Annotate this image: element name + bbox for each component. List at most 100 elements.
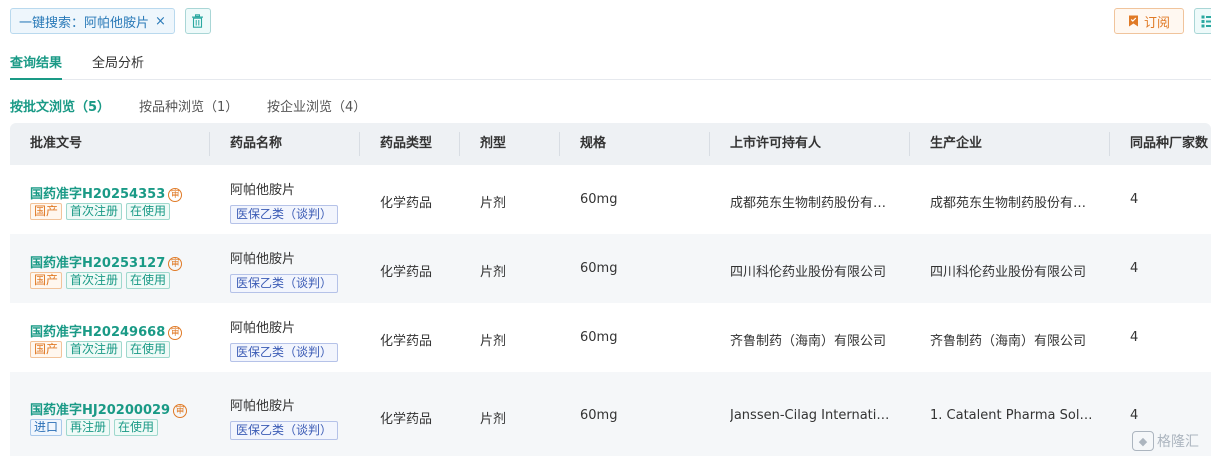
registration-tag: 再注册: [66, 419, 111, 436]
review-badge: 审: [168, 188, 183, 202]
drug-name: 阿帕他胺片: [230, 399, 296, 414]
tab-browse-by-company[interactable]: 按企业浏览（4）: [267, 96, 366, 115]
watermark-text: 格隆汇: [1157, 434, 1199, 450]
drug-name: 阿帕他胺片: [230, 321, 296, 336]
approval-number: 国药准字H20253127: [30, 256, 166, 271]
license-holder: 成都苑东生物制药股份有限公司: [730, 196, 893, 211]
drug-name: 阿帕他胺片: [230, 252, 296, 267]
tab-browse-by-approval[interactable]: 按批文浏览（5）: [10, 96, 110, 115]
tab-browse-by-variety[interactable]: 按品种浏览（1）: [139, 96, 238, 115]
dosage-form: 片剂: [480, 334, 507, 349]
dosage-form: 片剂: [480, 265, 507, 280]
approval-number: 国药准字HJ20200029: [30, 403, 171, 418]
registration-tag: 首次注册: [66, 203, 123, 220]
origin-tag: 进口: [30, 419, 63, 436]
status-tags: 国产 首次注册 在使用: [30, 272, 171, 289]
specification: 60mg: [580, 408, 618, 423]
subscribe-label: 订阅: [1143, 15, 1170, 31]
table-row[interactable]: 国药准字H20253127 审 国产 首次注册 在使用 阿帕他胺片 医保乙类（谈判…: [10, 234, 1211, 303]
table-row[interactable]: 国药准字H20249668 审 国产 首次注册 在使用 阿帕他胺片 医保乙类（谈判…: [10, 303, 1211, 372]
approval-number: 国药准字H20254353: [30, 187, 166, 202]
manufacturer: 成都苑东生物制药股份有限公司: [930, 196, 1093, 211]
column-divider: [1109, 132, 1110, 156]
trash-icon: [192, 14, 204, 28]
watermark: ◆ 格隆汇: [1132, 431, 1199, 451]
approval-number-link[interactable]: 国药准字H20253127 审: [30, 252, 183, 271]
manufacturer: 齐鲁制药（海南）有限公司: [930, 334, 1087, 349]
column-header: 剂型: [480, 136, 507, 151]
registration-tag: 首次注册: [66, 272, 123, 289]
column-divider: [459, 132, 460, 156]
drug-name: 阿帕他胺片: [230, 183, 296, 198]
manufacturer-count: 4: [1130, 330, 1139, 345]
bookmark-icon: [1128, 15, 1138, 27]
status-tags: 国产 首次注册 在使用: [30, 341, 171, 358]
dosage-form: 片剂: [480, 196, 507, 211]
license-holder: Janssen-Cilag International NV: [730, 408, 893, 423]
search-chip[interactable]: 一键搜索：阿帕他胺片 ×: [10, 8, 175, 34]
insurance-tag: 医保乙类（谈判）: [230, 205, 339, 224]
insurance-tag: 医保乙类（谈判）: [230, 274, 339, 293]
column-header: 药品类型: [380, 136, 433, 151]
usage-status-tag: 在使用: [114, 419, 159, 436]
table-row[interactable]: 国药准字H20254353 审 国产 首次注册 在使用 阿帕他胺片 医保乙类（谈判…: [10, 165, 1211, 234]
tab-query-results[interactable]: 查询结果: [10, 52, 62, 80]
approval-number: 国药准字H20249668: [30, 325, 166, 340]
table-header: 批准文号 药品名称 药品类型 剂型 规格 上市许可持有人 生产企业 同品种厂家数: [10, 123, 1211, 165]
origin-tag: 国产: [30, 272, 63, 289]
registration-tag: 首次注册: [66, 341, 123, 358]
results-table: 批准文号 药品名称 药品类型 剂型 规格 上市许可持有人 生产企业 同品种厂家数…: [10, 123, 1211, 456]
drug-type: 化学药品: [380, 196, 433, 211]
review-badge: 审: [168, 257, 183, 271]
status-tags: 进口 再注册 在使用: [30, 419, 159, 436]
drug-type: 化学药品: [380, 334, 433, 349]
top-toolbar: 一键搜索：阿帕他胺片 ×: [10, 8, 211, 34]
main-tabs: 查询结果 全局分析: [10, 52, 1211, 80]
origin-tag: 国产: [30, 341, 63, 358]
specification: 60mg: [580, 192, 618, 207]
dosage-form: 片剂: [480, 412, 507, 427]
watermark-logo-icon: ◆: [1132, 431, 1154, 451]
grid-icon: [1201, 15, 1211, 27]
column-header: 规格: [580, 136, 607, 151]
column-header: 生产企业: [930, 136, 983, 151]
column-divider: [909, 132, 910, 156]
close-icon[interactable]: ×: [155, 14, 166, 29]
usage-status-tag: 在使用: [126, 341, 171, 358]
approval-number-link[interactable]: 国药准字H20254353 审: [30, 183, 183, 202]
column-header: 批准文号: [30, 136, 83, 151]
subscribe-button[interactable]: 订阅: [1114, 8, 1184, 34]
column-divider: [559, 132, 560, 156]
review-badge: 审: [168, 326, 183, 340]
origin-tag: 国产: [30, 203, 63, 220]
table-row[interactable]: 国药准字HJ20200029 审 进口 再注册 在使用 阿帕他胺片 医保乙类（谈判…: [10, 372, 1211, 456]
specification: 60mg: [580, 261, 618, 276]
manufacturer-count: 4: [1130, 192, 1139, 207]
manufacturer-count: 4: [1130, 408, 1139, 423]
drug-type: 化学药品: [380, 265, 433, 280]
manufacturer: 四川科伦药业股份有限公司: [930, 265, 1087, 280]
column-divider: [209, 132, 210, 156]
drug-type: 化学药品: [380, 412, 433, 427]
usage-status-tag: 在使用: [126, 272, 171, 289]
license-holder: 四川科伦药业股份有限公司: [730, 265, 887, 280]
status-tags: 国产 首次注册 在使用: [30, 203, 171, 220]
usage-status-tag: 在使用: [126, 203, 171, 220]
tab-global-analysis[interactable]: 全局分析: [92, 52, 152, 80]
manufacturer-count: 4: [1130, 261, 1139, 276]
column-header: 上市许可持有人: [730, 136, 822, 151]
review-badge: 审: [173, 404, 188, 418]
column-header: 同品种厂家数: [1130, 136, 1209, 151]
approval-number-link[interactable]: 国药准字H20249668 审: [30, 321, 183, 340]
specification: 60mg: [580, 330, 618, 345]
clear-button[interactable]: [184, 8, 211, 34]
column-divider: [709, 132, 710, 156]
column-settings-button[interactable]: [1194, 8, 1211, 34]
approval-number-link[interactable]: 国药准字HJ20200029 审: [30, 399, 188, 418]
license-holder: 齐鲁制药（海南）有限公司: [730, 334, 887, 349]
manufacturer: 1. Catalent Pharma Solutions: [930, 408, 1100, 423]
column-divider: [359, 132, 360, 156]
insurance-tag: 医保乙类（谈判）: [230, 343, 339, 362]
column-header: 药品名称: [230, 136, 283, 151]
search-chip-label: 一键搜索：阿帕他胺片: [19, 15, 150, 31]
